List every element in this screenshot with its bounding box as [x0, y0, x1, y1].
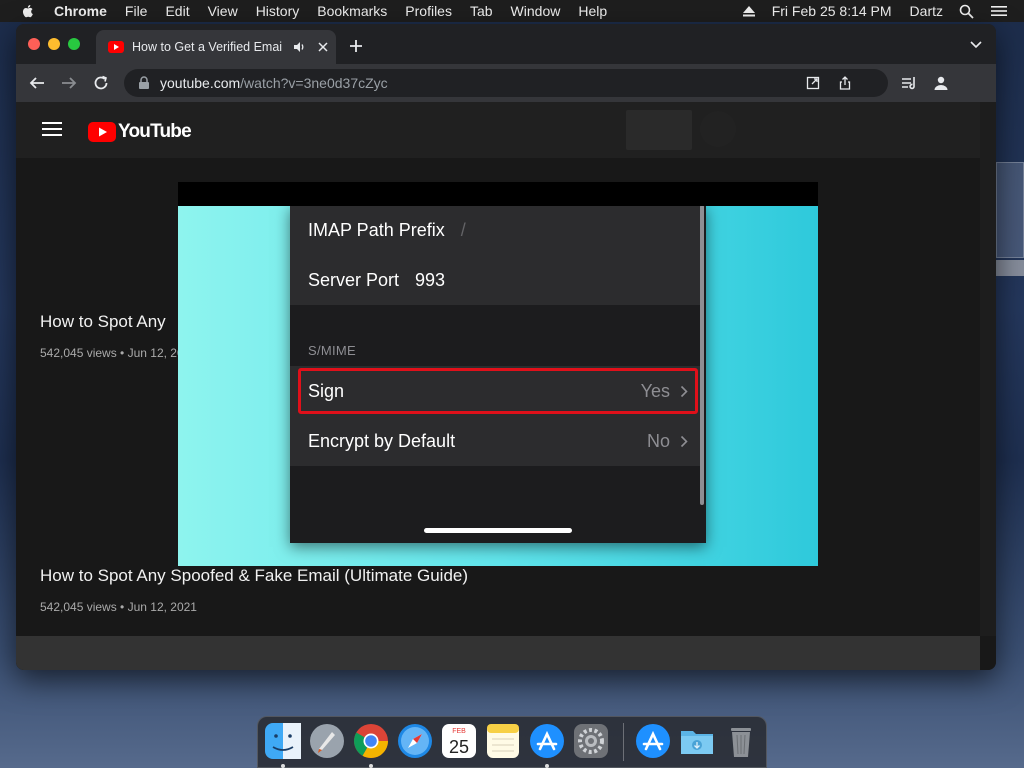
- tab-search-chevron-down-icon[interactable]: [970, 40, 982, 50]
- running-indicator: [281, 764, 285, 768]
- share-icon[interactable]: [838, 76, 852, 90]
- url-path: /watch?v=3ne0d37cZyc: [240, 75, 388, 91]
- hamburger-menu-icon[interactable]: [42, 122, 62, 136]
- back-button[interactable]: [28, 74, 46, 92]
- desktop-window-fragment: [996, 162, 1024, 258]
- finder-icon[interactable]: [264, 722, 302, 760]
- server-port-value: 993: [415, 269, 446, 290]
- trash-icon[interactable]: [722, 722, 760, 760]
- lock-icon[interactable]: [138, 76, 150, 90]
- media-queue-icon[interactable]: [900, 74, 918, 92]
- bottom-panel: [16, 636, 980, 670]
- header-placeholder-avatar: [700, 111, 736, 147]
- encrypt-by-default-value: No: [646, 430, 670, 451]
- video-frame: IMAP Path Prefix / Server Port 993 S/MIM…: [178, 206, 818, 566]
- video-player[interactable]: IMAP Path Prefix / Server Port 993 S/MIM…: [178, 182, 818, 566]
- tab-close-icon[interactable]: [316, 40, 330, 54]
- menu-profiles[interactable]: Profiles: [405, 3, 452, 19]
- imap-path-prefix-row: IMAP Path Prefix /: [290, 206, 702, 255]
- profile-avatar-icon[interactable]: [932, 74, 950, 92]
- ios-mail-settings-screenshot: IMAP Path Prefix / Server Port 993 S/MIM…: [290, 206, 706, 543]
- app-store-icon[interactable]: [528, 722, 566, 760]
- server-port-row: Server Port 993: [290, 255, 702, 305]
- notes-icon[interactable]: [484, 722, 522, 760]
- video-row-title[interactable]: How to Spot Any Spoofed & Fake Email (Ul…: [40, 566, 468, 586]
- menu-edit[interactable]: Edit: [165, 3, 189, 19]
- browser-toolbar: youtube.com/watch?v=3ne0d37cZyc: [16, 64, 996, 102]
- menu-file[interactable]: File: [125, 3, 148, 19]
- imap-path-prefix-label: IMAP Path Prefix: [308, 219, 445, 240]
- tab-strip: How to Get a Verified Email: [16, 24, 996, 64]
- home-indicator: [424, 528, 572, 533]
- open-in-new-window-icon[interactable]: [806, 76, 820, 90]
- header-placeholder-block: [626, 110, 692, 150]
- spotlight-search-icon[interactable]: [959, 4, 974, 19]
- menu-help[interactable]: Help: [578, 3, 607, 19]
- tab-audio-playing-icon[interactable]: [292, 40, 306, 54]
- chrome-window: How to Get a Verified Email youtube.com …: [16, 24, 996, 670]
- app-store-downloads-icon[interactable]: [634, 722, 672, 760]
- video-row-meta: 542,045 views • Jun 12, 2021: [40, 600, 197, 614]
- chevron-right-icon: [680, 435, 688, 447]
- downloads-folder-icon[interactable]: [678, 722, 716, 760]
- menu-history[interactable]: History: [256, 3, 300, 19]
- chrome-icon[interactable]: [352, 722, 390, 760]
- close-window-button[interactable]: [28, 38, 40, 50]
- system-preferences-icon[interactable]: [572, 722, 610, 760]
- video-row-title[interactable]: How to Spot Any: [40, 312, 166, 332]
- menu-bookmarks[interactable]: Bookmarks: [317, 3, 387, 19]
- calendar-icon[interactable]: FEB 25: [440, 722, 478, 760]
- server-port-label: Server Port: [308, 269, 400, 290]
- new-tab-button[interactable]: [348, 38, 364, 54]
- smime-section-header: S/MIME: [308, 343, 357, 358]
- launchpad-icon[interactable]: [308, 722, 346, 760]
- youtube-play-logo-icon: [88, 122, 116, 142]
- youtube-logo-text: YouTube: [118, 121, 192, 142]
- reload-button[interactable]: [92, 74, 110, 92]
- dock-divider: [623, 723, 624, 761]
- running-indicator: [369, 764, 373, 768]
- page-scrollbar[interactable]: [980, 102, 996, 636]
- page-content: YouTube How to Spot Any 542,045 views • …: [16, 102, 996, 670]
- control-center-icon[interactable]: [990, 4, 1008, 18]
- encrypt-by-default-row: Encrypt by Default No: [290, 416, 702, 466]
- url-host: youtube.com: [160, 75, 241, 91]
- eject-icon[interactable]: [742, 5, 756, 17]
- running-indicator: [545, 764, 549, 768]
- calendar-day: 25: [449, 737, 469, 757]
- menu-app-name[interactable]: Chrome: [54, 3, 107, 19]
- safari-icon[interactable]: [396, 722, 434, 760]
- forward-button[interactable]: [60, 74, 78, 92]
- menu-view[interactable]: View: [208, 3, 238, 19]
- encrypt-by-default-label: Encrypt by Default: [308, 430, 456, 451]
- calendar-month: FEB: [452, 728, 466, 735]
- macos-dock: FEB 25: [257, 716, 767, 768]
- menubar-clock[interactable]: Fri Feb 25 8:14 PM: [772, 3, 892, 19]
- sign-highlight-annotation: [298, 368, 698, 414]
- menu-window[interactable]: Window: [511, 3, 561, 19]
- desktop-window-fragment: [996, 260, 1024, 276]
- fullscreen-window-button[interactable]: [68, 38, 80, 50]
- youtube-favicon-icon: [108, 41, 124, 53]
- video-row-meta: 542,045 views • Jun 12, 2021: [40, 346, 197, 360]
- imap-path-prefix-value: /: [460, 219, 466, 240]
- menubar-user[interactable]: Dartz: [910, 3, 943, 19]
- minimize-window-button[interactable]: [48, 38, 60, 50]
- address-bar[interactable]: youtube.com/watch?v=3ne0d37cZyc: [124, 69, 888, 97]
- menu-tab[interactable]: Tab: [470, 3, 493, 19]
- macos-menu-bar: Chrome File Edit View History Bookmarks …: [0, 0, 1024, 22]
- tab-youtube-video[interactable]: How to Get a Verified Email: [96, 30, 336, 64]
- tab-title: How to Get a Verified Email: [132, 40, 282, 54]
- youtube-header: YouTube: [16, 102, 980, 158]
- apple-menu-icon[interactable]: [20, 3, 36, 19]
- youtube-logo[interactable]: YouTube: [88, 121, 192, 143]
- scroll-indicator: [700, 206, 704, 505]
